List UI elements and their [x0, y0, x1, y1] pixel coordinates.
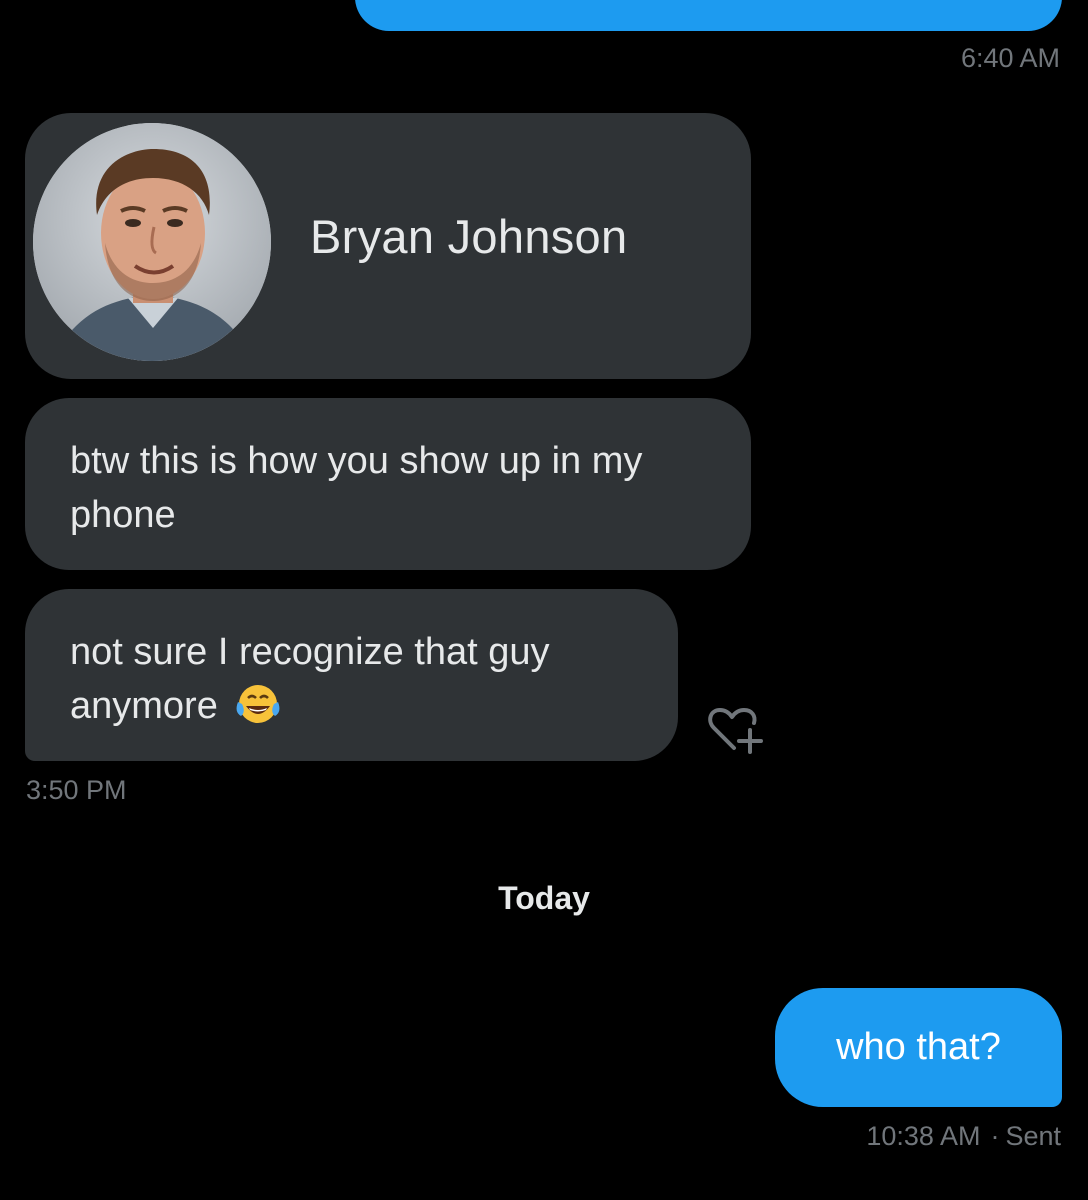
message-timestamp: 10:38 AM [866, 1121, 981, 1151]
incoming-message-bubble[interactable]: btw this is how you show up in my phone [25, 398, 751, 570]
outgoing-message-bubble-partial[interactable] [355, 0, 1062, 31]
message-status-line: 10:38 AM · Sent [866, 1121, 1061, 1152]
delivery-status: Sent [1005, 1121, 1061, 1151]
incoming-message-bubble[interactable]: not sure I recognize that guy anymore [25, 589, 678, 761]
contact-name: Bryan Johnson [310, 210, 628, 263]
date-separator: Today [498, 880, 590, 916]
message-text: btw this is how you show up in my phone [70, 440, 643, 536]
add-reaction-button[interactable] [704, 704, 766, 756]
message-timestamp: 3:50 PM [26, 775, 127, 805]
outgoing-message-bubble[interactable]: who that? [775, 988, 1062, 1107]
message-text: not sure I recognize that guy anymore [70, 631, 550, 727]
contact-avatar [33, 123, 271, 361]
contact-card-message[interactable]: Bryan Johnson [25, 113, 751, 379]
status-separator: · [990, 1121, 1000, 1151]
heart-plus-icon [708, 708, 763, 754]
message-timestamp: 6:40 AM [960, 43, 1060, 73]
face-with-tears-of-joy-emoji-icon [236, 684, 280, 723]
contact-avatar-photo [33, 123, 271, 361]
message-text: who that? [836, 1026, 1001, 1068]
